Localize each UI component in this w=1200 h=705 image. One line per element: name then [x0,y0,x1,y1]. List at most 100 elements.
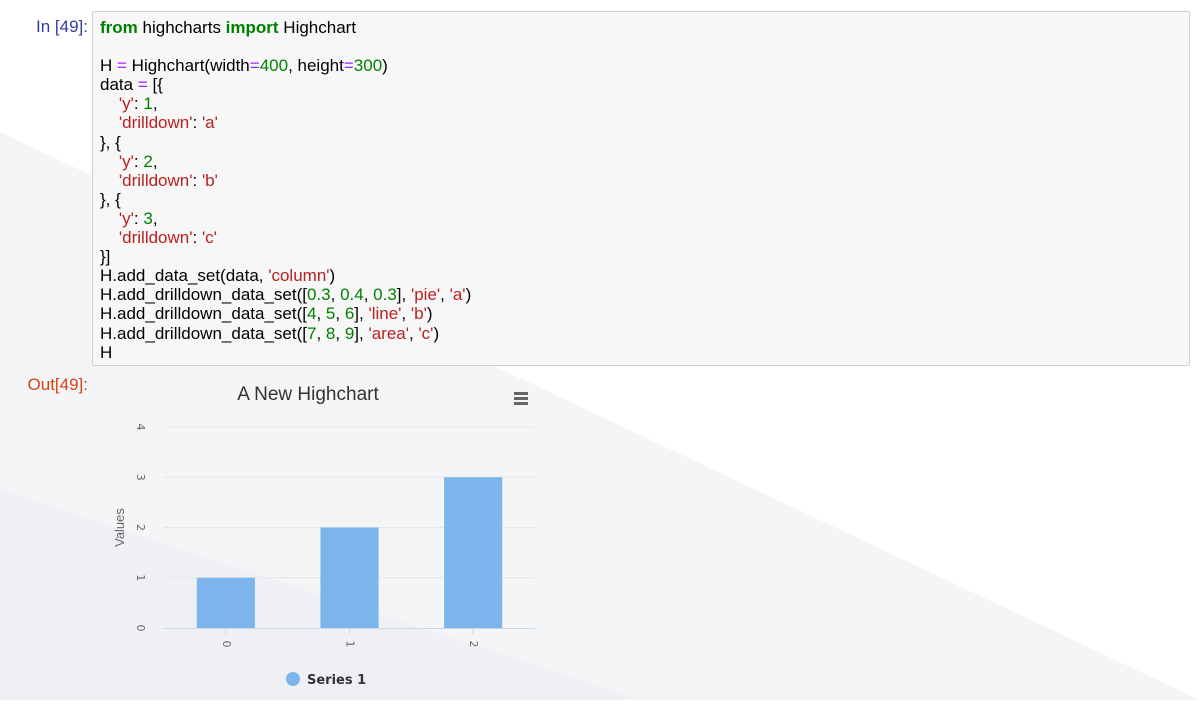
code-line: 'y': 1, [100,94,158,113]
code-token: , [316,304,326,324]
code-token: = [343,56,354,76]
code-token: 'drilldown' [118,170,193,190]
code-token: 'c' [418,323,434,343]
code-token: 'a' [449,285,466,305]
code-token: 'y' [118,94,134,114]
code-line: H.add_drilldown_data_set([4, 5, 6], 'lin… [100,304,433,323]
code-token: : [192,170,202,190]
y-tick-label: 1 [134,574,147,581]
x-tick-label: 2 [467,641,480,648]
code-token: Highchart(width [126,56,250,76]
code-line: H = Highchart(width=400, height=300) [100,56,388,75]
code-token: = [117,56,127,76]
code-token: 'y' [118,208,134,228]
chart-title: A New Highchart [237,384,379,405]
code-line: H.add_data_set(data, 'column') [100,266,335,285]
chart-container: A New Highchart 0 1 2 3 4 Values 0 1 2 Series 1 [92,370,552,700]
code-token: , [363,285,374,305]
code-token: 300 [353,56,383,76]
code-token: ) [382,56,388,76]
output-prompt: Out[49]: [27,375,88,394]
code-token: ) [465,285,472,305]
code-token: 'b' [201,170,218,190]
code-text[interactable]: from highcharts import Highchart H = Hig… [100,18,471,362]
code-token: 'pie' [410,285,441,305]
code-token: 5 [325,304,336,324]
code-token: H.add_drilldown_data_set([ [100,304,307,324]
code-token: 'area' [368,323,409,343]
chart-menu-button[interactable] [510,388,532,410]
bar [320,527,379,628]
code-token: 'drilldown' [118,113,193,133]
legend-marker [286,672,300,686]
code-line: 'y': 3, [100,209,158,228]
code-token: , [152,208,158,228]
code-token: , [330,285,341,305]
code-line: from highcharts import Highchart [100,18,356,37]
bar [444,477,503,628]
code-token: , [316,323,326,343]
code-line: 'y': 2, [100,152,158,171]
code-token: ], [396,285,411,305]
code-token: , [152,94,158,114]
code-token: H [100,56,117,76]
y-tick-label: 3 [134,474,147,481]
input-prompt: In [49]: [36,17,88,36]
code-token: ) [426,304,433,324]
code-line: H [100,343,112,362]
code-token: , [335,323,345,343]
code-token: import [225,18,279,37]
y-tick-label: 0 [134,625,147,632]
code-token: , [401,304,411,324]
code-token: Highchart [278,18,357,37]
highchart-svg: A New Highchart 0 1 2 3 4 Values 0 1 2 Series 1 [112,384,535,688]
legend-item-label: Series 1 [307,673,366,688]
code-token: 'y' [118,151,134,171]
code-token: 0.4 [340,285,364,305]
code-token: = [249,56,260,76]
code-token: 'line' [368,304,402,324]
code-token: ) [433,323,440,343]
code-token: , height [288,56,344,76]
code-token: ) [329,266,336,286]
code-line: }] [100,247,110,266]
code-line: }, { [100,133,121,152]
code-line: data = [{ [100,75,163,94]
code-token: , [335,304,345,324]
code-token: ], [354,323,369,343]
code-token: = [137,75,148,95]
code-token: 'drilldown' [118,228,193,248]
hamburger-menu-icon [514,392,528,395]
code-token: 0.3 [373,285,397,305]
code-token: 'a' [201,113,218,133]
y-tick-label: 2 [134,524,147,531]
code-token: 'b' [410,304,427,324]
x-tick-label: 0 [220,641,233,648]
code-token: 1 [143,94,153,114]
code-token: 6 [344,304,355,324]
code-token: 0.3 [306,285,331,305]
code-line: }, { [100,190,121,209]
code-token: : [192,228,202,248]
code-token: }] [100,247,111,267]
code-editor[interactable]: from highcharts import Highchart H = Hig… [92,11,1190,366]
code-token: , [440,285,450,305]
hamburger-menu-icon [514,402,528,405]
code-token: 'column' [268,266,330,286]
code-token: 'c' [201,228,217,248]
code-token: : [133,94,144,114]
code-token: 3 [143,208,153,228]
code-token: H.add_drilldown_data_set([ [100,285,307,305]
code-line: 'drilldown': 'a' [100,113,218,132]
code-line: 'drilldown': 'c' [100,228,217,247]
code-token: data [100,75,138,95]
code-token: ], [354,304,369,324]
code-token: 9 [344,323,355,343]
code-token: from [100,18,138,37]
